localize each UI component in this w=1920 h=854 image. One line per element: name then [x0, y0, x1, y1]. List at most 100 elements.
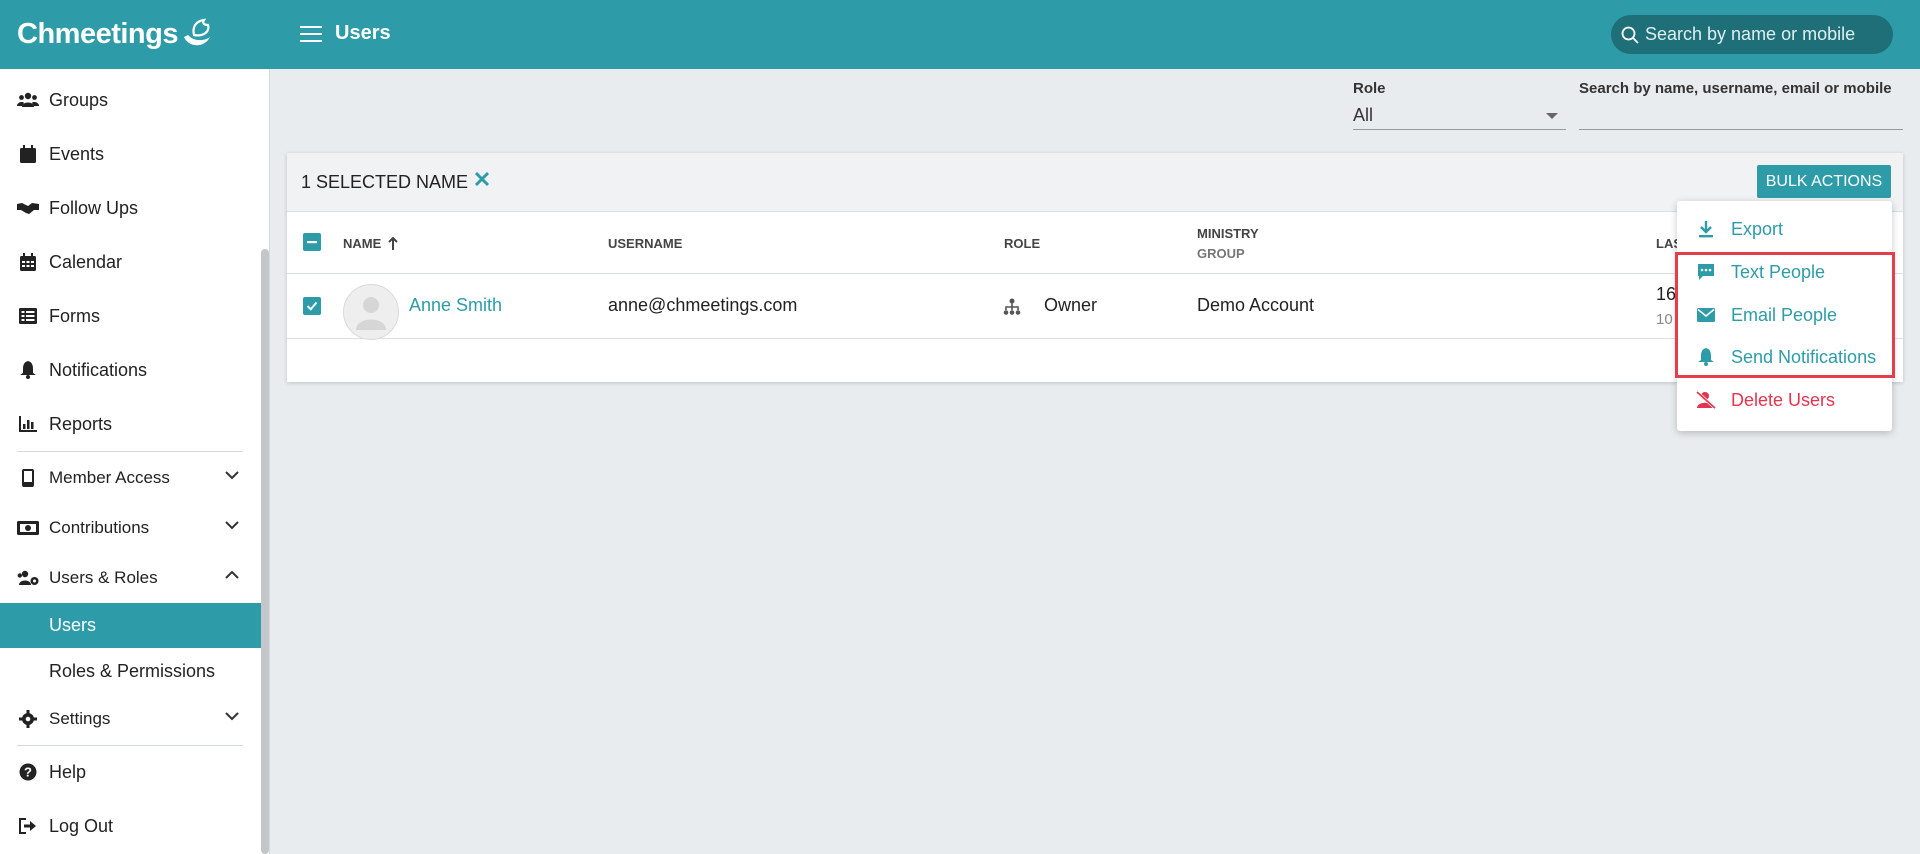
column-name[interactable]: NAME	[343, 236, 398, 251]
selection-header: 1 SELECTED NAME BULK ACTIONS	[287, 153, 1903, 212]
sms-icon	[1696, 263, 1716, 281]
users-table-card: 1 SELECTED NAME BULK ACTIONS NAME USERNA…	[287, 153, 1903, 382]
sidebar-item-label: Events	[49, 143, 105, 164]
table-row[interactable]: Anne Smith anne@chmeetings.com Owner Dem…	[287, 274, 1903, 340]
column-ministry-label: MINISTRY	[1197, 226, 1259, 241]
column-username[interactable]: USERNAME	[608, 236, 682, 251]
table-header: NAME USERNAME ROLE MINISTRY GROUP LAS	[287, 212, 1903, 274]
chevron-down-icon	[225, 471, 239, 480]
menu-item-label: Text People	[1731, 261, 1826, 282]
gear-icon	[17, 708, 39, 730]
sidebar-item-label: Reports	[49, 413, 113, 434]
bulk-actions-button[interactable]: BULK ACTIONS	[1757, 165, 1891, 198]
question-circle-icon: ?	[17, 761, 39, 783]
sidebar-item-calendar[interactable]: Calendar	[0, 242, 261, 282]
global-search-input[interactable]	[1645, 24, 1875, 45]
sidebar-divider	[17, 745, 243, 746]
menu-toggle-icon[interactable]	[300, 23, 322, 45]
global-search[interactable]	[1611, 15, 1893, 54]
chevron-down-icon	[225, 521, 239, 530]
sidebar-item-label: Groups	[49, 89, 109, 110]
user-role: Owner	[1044, 295, 1098, 315]
menu-item-text-people[interactable]: Text People	[1677, 252, 1892, 292]
sidebar-divider	[17, 451, 243, 452]
bell-icon	[1696, 348, 1716, 366]
user-search-label: Search by name, username, email or mobil…	[1579, 80, 1892, 97]
sidebar-item-users[interactable]: Users	[0, 603, 261, 648]
minus-icon	[307, 241, 317, 244]
column-ministry-sublabel: GROUP	[1197, 246, 1245, 261]
menu-item-send-notifications[interactable]: Send Notifications	[1677, 337, 1892, 377]
role-select-value: All	[1353, 105, 1374, 125]
sidebar-item-reports[interactable]: Reports	[0, 404, 261, 444]
sidebar-item-label: Calendar	[49, 251, 123, 272]
sidebar-item-help[interactable]: ? Help	[0, 752, 261, 792]
form-list-icon	[17, 305, 39, 327]
menu-item-delete-users[interactable]: Delete Users	[1677, 380, 1892, 420]
sidebar-item-roles-permissions[interactable]: Roles & Permissions	[0, 651, 261, 691]
sidebar-item-label: Member Access	[49, 468, 170, 487]
user-last-subvalue: 10	[1656, 311, 1673, 328]
page-title: Users	[335, 22, 391, 44]
sidebar-item-label: Notifications	[49, 359, 148, 380]
menu-item-label: Export	[1731, 218, 1784, 239]
sidebar-item-contributions[interactable]: Contributions	[0, 508, 261, 548]
user-username: anne@chmeetings.com	[608, 295, 798, 315]
sidebar-scrollbar[interactable]	[261, 249, 269, 854]
handshake-icon	[17, 197, 39, 219]
column-ministry[interactable]: MINISTRY GROUP	[1197, 226, 1259, 261]
check-icon	[306, 301, 318, 311]
clear-selection-icon[interactable]	[474, 171, 490, 187]
row-checkbox[interactable]	[303, 297, 321, 315]
sidebar-item-label: Forms	[49, 305, 100, 326]
logo-text: Chmeetings	[17, 17, 178, 50]
svg-text:?: ?	[24, 765, 32, 780]
menu-item-label: Delete Users	[1731, 389, 1836, 410]
sidebar-item-forms[interactable]: Forms	[0, 296, 261, 336]
download-icon	[1696, 220, 1716, 238]
mobile-icon	[17, 467, 39, 489]
user-search-filter: Search by name, username, email or mobil…	[1579, 80, 1903, 130]
user-search-input[interactable]	[1579, 102, 1903, 130]
logout-icon	[17, 815, 39, 837]
bell-icon	[17, 359, 39, 381]
caret-down-icon	[1546, 112, 1558, 119]
role-filter: Role All	[1353, 80, 1566, 130]
bar-chart-icon	[17, 413, 39, 435]
avatar	[343, 284, 399, 340]
logo-dove-icon	[183, 18, 210, 46]
chevron-up-icon	[225, 570, 239, 579]
column-role[interactable]: ROLE	[1004, 236, 1040, 251]
calendar-icon	[17, 251, 39, 273]
sidebar-item-log-out[interactable]: Log Out	[0, 806, 261, 846]
sidebar: Groups Events Follow Ups Calendar Forms …	[0, 69, 270, 854]
user-name-link[interactable]: Anne Smith	[409, 295, 502, 316]
sidebar-item-label: Contributions	[49, 518, 150, 537]
selection-count: 1 SELECTED NAME	[301, 172, 469, 192]
search-icon	[1621, 26, 1639, 44]
sidebar-item-member-access[interactable]: Member Access	[0, 458, 261, 498]
sidebar-item-label: Help	[49, 761, 87, 782]
sidebar-item-label: Users	[49, 615, 97, 635]
sidebar-item-follow-ups[interactable]: Follow Ups	[0, 188, 261, 228]
role-select[interactable]: All	[1353, 102, 1566, 130]
sidebar-item-groups[interactable]: Groups	[0, 80, 261, 120]
menu-item-label: Send Notifications	[1731, 346, 1877, 367]
top-bar: Chmeetings Users	[0, 0, 1920, 69]
app-logo[interactable]: Chmeetings	[17, 14, 214, 54]
user-ministry: Demo Account	[1197, 295, 1315, 315]
sidebar-item-events[interactable]: Events	[0, 134, 261, 174]
chevron-down-icon	[225, 712, 239, 721]
users-cog-icon	[17, 567, 39, 589]
user-last-value: 16	[1656, 284, 1677, 304]
sidebar-item-users-roles[interactable]: Users & Roles	[0, 558, 261, 598]
calendar-event-icon	[17, 143, 39, 165]
column-name-label: NAME	[343, 236, 382, 251]
role-filter-label: Role	[1353, 80, 1386, 97]
select-all-checkbox[interactable]	[303, 233, 321, 251]
sidebar-item-label: Log Out	[49, 815, 114, 836]
sidebar-item-settings[interactable]: Settings	[0, 699, 261, 739]
menu-item-export[interactable]: Export	[1677, 209, 1892, 249]
sidebar-item-notifications[interactable]: Notifications	[0, 350, 261, 390]
menu-item-email-people[interactable]: Email People	[1677, 295, 1892, 335]
